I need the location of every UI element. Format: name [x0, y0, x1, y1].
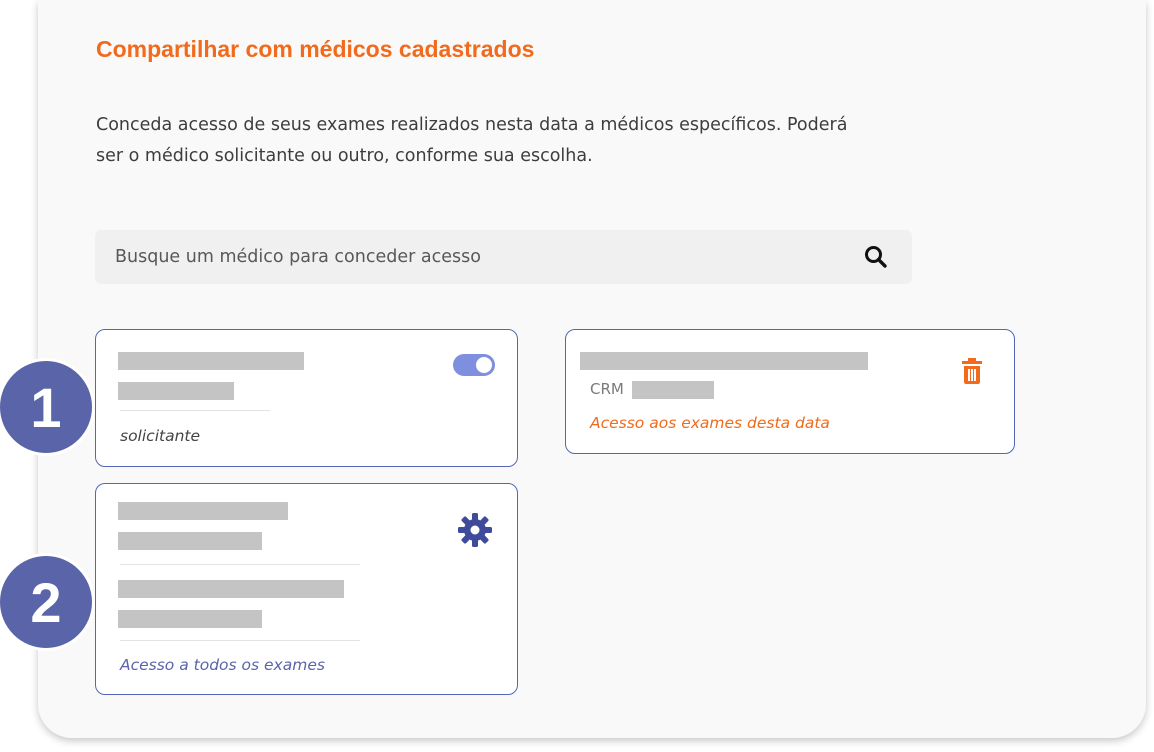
trash-icon[interactable]	[962, 358, 982, 384]
all-access-label: Acesso a todos os exames	[120, 656, 325, 674]
doctor-info-redacted	[118, 610, 262, 628]
doctor-card-all-access[interactable]: Acesso a todos os exames	[95, 483, 518, 695]
doctor-name-redacted	[118, 502, 288, 520]
divider	[120, 410, 270, 411]
step-badge-2: 2	[0, 556, 92, 648]
doctor-detail-redacted	[118, 532, 262, 550]
gear-icon[interactable]	[458, 513, 492, 547]
doctor-name-redacted	[118, 352, 304, 370]
crm-number-redacted	[632, 381, 714, 399]
toggle-knob	[476, 357, 492, 373]
doctor-search-input[interactable]	[95, 230, 865, 284]
divider	[120, 564, 360, 565]
section-description: Conceda acesso de seus exames realizados…	[96, 115, 848, 166]
section-title: Compartilhar com médicos cadastrados	[96, 36, 535, 62]
date-access-label: Acesso aos exames desta data	[590, 414, 830, 432]
requesting-role-label: solicitante	[120, 427, 201, 445]
divider	[120, 640, 360, 641]
doctor-search-box	[95, 230, 912, 284]
step-badge-1: 1	[0, 361, 92, 453]
doctor-card-requesting[interactable]: solicitante	[95, 329, 518, 467]
doctor-info-redacted	[118, 580, 344, 598]
access-toggle[interactable]	[453, 354, 495, 376]
doctor-name-redacted	[580, 352, 868, 370]
search-icon[interactable]	[863, 244, 889, 270]
crm-label: CRM	[590, 380, 624, 398]
doctor-detail-redacted	[118, 382, 234, 400]
doctor-card-date-access[interactable]: CRM Acesso aos exames desta data	[565, 329, 1015, 454]
